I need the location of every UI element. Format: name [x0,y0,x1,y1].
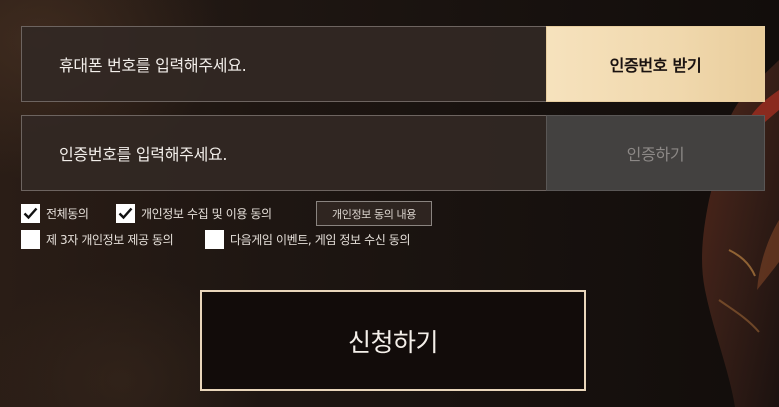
phone-input[interactable]: 휴대폰 번호를 입력해주세요. [21,26,546,102]
verify-button[interactable]: 인증하기 [546,115,765,191]
submit-button[interactable]: 신청하기 [200,290,586,391]
agree-privacy-label: 개인정보 수집 및 이용 동의 [141,207,272,221]
agree-all-label: 전체동의 [46,207,89,221]
agree-third-party-label: 제 3자 개인정보 제공 동의 [46,233,174,247]
agree-third-party-checkbox[interactable]: 제 3자 개인정보 제공 동의 [21,230,174,249]
verify-button-label: 인증하기 [626,145,685,164]
checkbox-empty-icon [21,230,40,249]
agreement-section: 전체동의 개인정보 수집 및 이용 동의 개인정보 동의 내용 제 3자 개인정… [21,201,541,257]
agree-marketing-checkbox[interactable]: 다음게임 이벤트, 게임 정보 수신 동의 [205,230,410,249]
checkbox-empty-icon [205,230,224,249]
get-code-button[interactable]: 인증번호 받기 [546,26,765,102]
phone-row: 휴대폰 번호를 입력해주세요. 인증번호 받기 [21,26,765,102]
agree-marketing-label: 다음게임 이벤트, 게임 정보 수신 동의 [230,233,411,247]
agree-privacy-checkbox[interactable]: 개인정보 수집 및 이용 동의 [116,204,272,223]
agree-all-checkbox[interactable]: 전체동의 [21,204,89,223]
code-input-placeholder: 인증번호를 입력해주세요. [59,145,228,164]
get-code-button-label: 인증번호 받기 [609,56,702,75]
phone-input-placeholder: 휴대폰 번호를 입력해주세요. [59,56,247,75]
privacy-detail-button[interactable]: 개인정보 동의 내용 [316,201,432,226]
signup-panel: 휴대폰 번호를 입력해주세요. 인증번호 받기 인증번호를 입력해주세요. 인증… [0,0,779,407]
privacy-detail-button-label: 개인정보 동의 내용 [332,207,416,221]
code-row: 인증번호를 입력해주세요. 인증하기 [21,115,765,191]
checkbox-checked-icon [116,204,135,223]
submit-button-label: 신청하기 [347,327,439,357]
code-input[interactable]: 인증번호를 입력해주세요. [21,115,546,191]
checkbox-checked-icon [21,204,40,223]
